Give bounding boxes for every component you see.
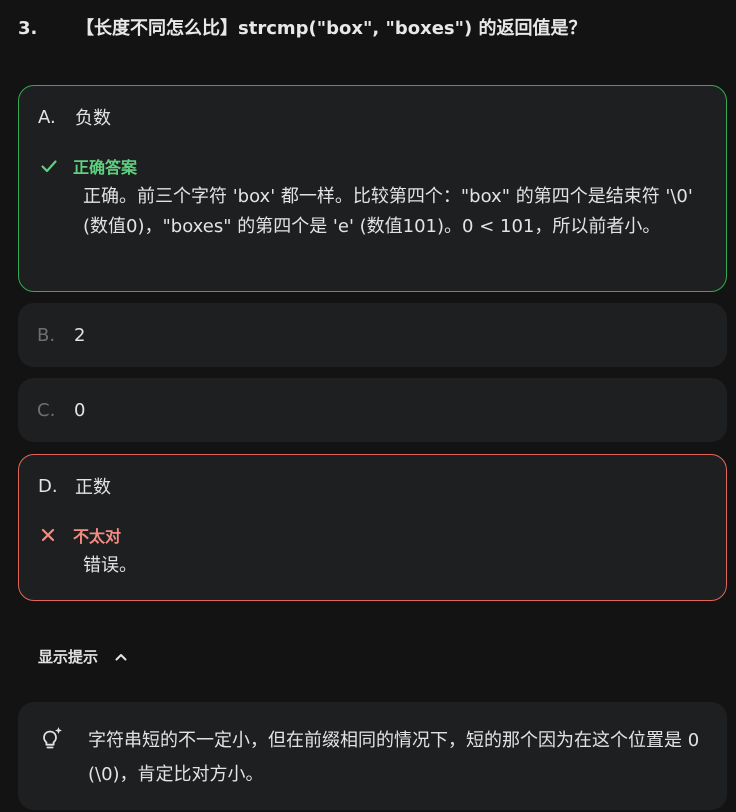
quiz-page: 3. 【长度不同怎么比】strcmp("box", "boxes") 的返回值是… xyxy=(0,0,736,812)
option-c-header: C. 0 xyxy=(37,378,85,442)
feedback-text: 错误。 xyxy=(83,555,137,576)
option-text: 正数 xyxy=(75,477,111,498)
feedback-title: 不太对 xyxy=(73,527,122,546)
option-b-header: B. 2 xyxy=(37,303,85,367)
question-number: 3. xyxy=(18,18,38,39)
question-header: 3. 【长度不同怎么比】strcmp("box", "boxes") 的返回值是… xyxy=(18,14,718,40)
feedback-title-wrong: 不太对 xyxy=(40,523,121,547)
option-d[interactable]: D. 正数 不太对 错误。 xyxy=(18,454,727,601)
option-letter: C. xyxy=(37,399,56,421)
check-icon xyxy=(40,157,73,175)
option-c[interactable]: C. 0 xyxy=(18,378,727,442)
feedback-title-correct: 正确答案 xyxy=(40,154,137,178)
chevron-up-icon xyxy=(114,650,128,664)
option-text: 2 xyxy=(74,324,86,346)
close-icon xyxy=(40,527,73,543)
option-text: 负数 xyxy=(75,108,111,129)
feedback-text: 正确。前三个字符 'box' 都一样。比较第四个："box" 的第四个是结束符 … xyxy=(83,186,693,237)
show-hint-toggle[interactable]: 显示提示 xyxy=(38,646,128,667)
option-letter: A. xyxy=(38,106,56,128)
option-a[interactable]: A. 负数 正确答案 正确。前三个字符 'box' 都一样。比较第四个："box… xyxy=(18,85,727,292)
feedback-title: 正确答案 xyxy=(73,158,138,177)
lightbulb-sparkle-icon xyxy=(40,726,64,756)
option-letter: B. xyxy=(37,324,56,346)
option-a-header: A. 负数 xyxy=(38,86,111,148)
option-d-header: D. 正数 xyxy=(38,455,111,517)
option-b[interactable]: B. 2 xyxy=(18,303,727,367)
show-hint-label: 显示提示 xyxy=(38,648,99,666)
option-text: 0 xyxy=(74,399,86,421)
hint-box: 字符串短的不一定小，但在前缀相同的情况下，短的那个因为在这个位置是 0 (\0)… xyxy=(18,702,727,810)
hint-text: 字符串短的不一定小，但在前缀相同的情况下，短的那个因为在这个位置是 0 (\0)… xyxy=(88,730,700,785)
option-letter: D. xyxy=(38,475,58,497)
question-text: 【长度不同怎么比】strcmp("box", "boxes") 的返回值是？ xyxy=(76,18,587,39)
